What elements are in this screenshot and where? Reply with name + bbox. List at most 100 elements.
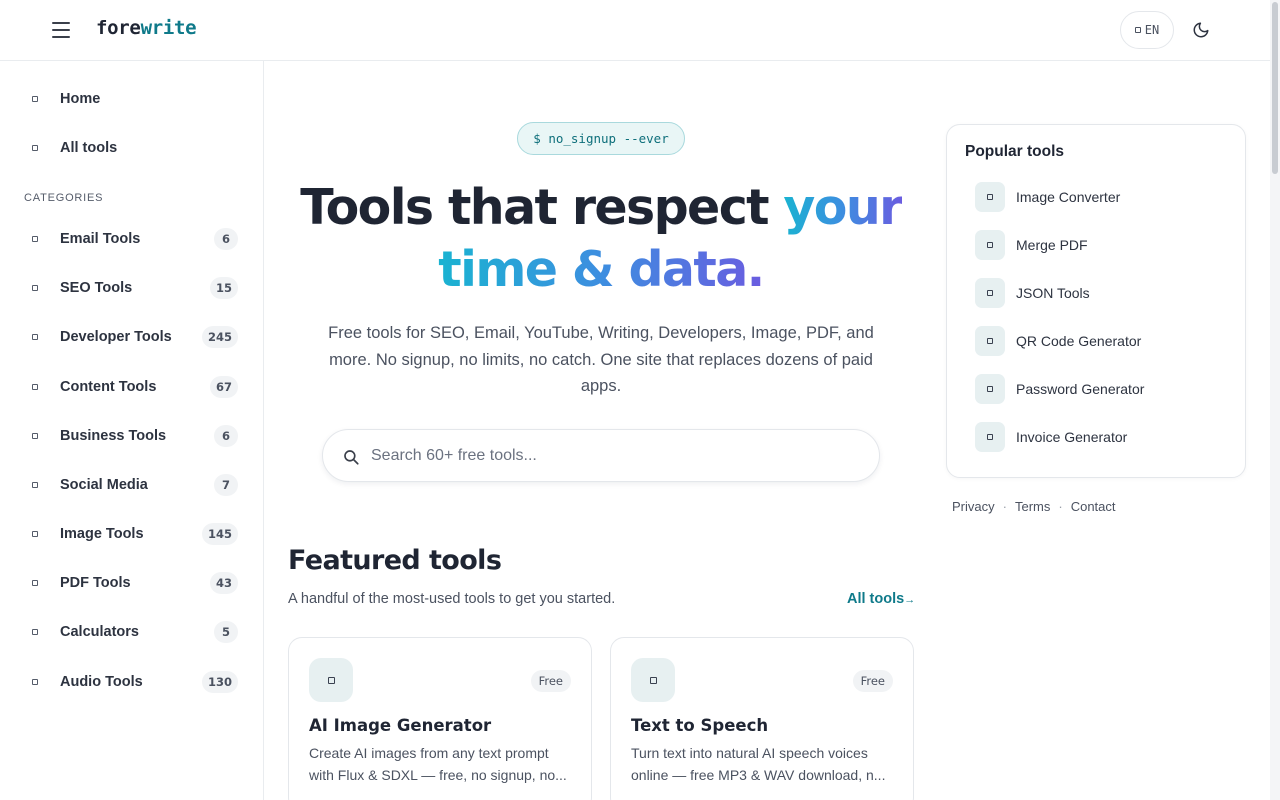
popular-item-label: Image Converter: [1016, 189, 1121, 205]
sidebar-item-social-media[interactable]: Social Media 7: [0, 465, 264, 505]
search-bar[interactable]: [322, 429, 880, 482]
popular-item-password-generator[interactable]: Password Generator: [975, 373, 1225, 405]
sidebar-item-label: SEO Tools: [60, 280, 133, 296]
popular-item-image-converter[interactable]: Image Converter: [975, 181, 1225, 213]
audio-icon: [32, 679, 38, 685]
tool-card-title: AI Image Generator: [309, 716, 492, 735]
count-badge: 6: [214, 425, 238, 447]
sidebar-item-home[interactable]: Home: [0, 79, 264, 119]
qr-code-icon: [975, 326, 1005, 356]
popular-item-json-tools[interactable]: JSON Tools: [975, 277, 1225, 309]
page-scrollbar[interactable]: [1270, 0, 1280, 800]
all-tools-link[interactable]: All tools→: [847, 591, 915, 607]
sidebar-item-label: Content Tools: [60, 379, 157, 395]
sidebar-item-content-tools[interactable]: Content Tools 67: [0, 367, 264, 407]
popular-tools-panel: Popular tools Image Converter Merge PDF …: [946, 124, 1246, 478]
free-badge: Free: [530, 670, 571, 692]
hero-title-accent-1: your: [783, 179, 903, 236]
count-badge: 43: [209, 572, 238, 594]
language-label: EN: [1144, 23, 1160, 37]
featured-subtitle: A handful of the most-used tools to get …: [288, 591, 616, 607]
logo-accent: write: [140, 17, 197, 39]
document-icon: [32, 384, 38, 390]
sidebar-item-developer-tools[interactable]: Developer Tools 245: [0, 317, 264, 357]
count-badge: 6: [214, 228, 238, 250]
menu-icon[interactable]: [52, 22, 70, 38]
sidebar-item-seo-tools[interactable]: SEO Tools 15: [0, 268, 264, 308]
pdf-icon: [975, 230, 1005, 260]
count-badge: 130: [201, 671, 238, 693]
arrow-right-icon: →: [904, 594, 916, 606]
home-icon: [32, 96, 38, 102]
tool-tile: [309, 658, 353, 702]
tool-tile: [631, 658, 675, 702]
hero-title: Tools that respect your time & data.: [290, 177, 912, 301]
popular-item-merge-pdf[interactable]: Merge PDF: [975, 229, 1225, 261]
sidebar-item-label: Email Tools: [60, 231, 141, 247]
sidebar-item-label: Home: [60, 91, 101, 107]
code-icon: [975, 278, 1005, 308]
sidebar-item-pdf-tools[interactable]: PDF Tools 43: [0, 563, 264, 603]
no-signup-badge: $ no_signup --ever: [517, 122, 685, 155]
separator: ·: [1058, 499, 1063, 514]
sidebar-item-label: All tools: [60, 140, 118, 156]
sidebar-item-label: Audio Tools: [60, 674, 143, 690]
sidebar-item-email-tools[interactable]: Email Tools 6: [0, 219, 264, 259]
popular-item-label: Merge PDF: [1016, 237, 1088, 253]
image-icon: [975, 182, 1005, 212]
top-bar: forewrite EN: [0, 0, 1270, 61]
popular-item-invoice-generator[interactable]: Invoice Generator: [975, 421, 1225, 453]
count-badge: 145: [201, 523, 238, 545]
privacy-link[interactable]: Privacy: [952, 499, 995, 514]
count-badge: 245: [201, 326, 238, 348]
all-tools-link-label: All tools: [847, 591, 905, 607]
image-icon: [327, 676, 335, 684]
lock-icon: [975, 374, 1005, 404]
logo[interactable]: forewrite: [96, 17, 197, 39]
sidebar-item-label: Calculators: [60, 624, 139, 640]
sidebar-item-label: Developer Tools: [60, 329, 172, 345]
scrollbar-thumb[interactable]: [1272, 2, 1278, 174]
sidebar-item-image-tools[interactable]: Image Tools 145: [0, 514, 264, 554]
free-badge: Free: [852, 670, 893, 692]
search-icon: [32, 285, 38, 291]
featured-title: Featured tools: [288, 545, 502, 576]
moon-icon[interactable]: [1192, 21, 1210, 39]
sidebar-item-label: Social Media: [60, 477, 148, 493]
sidebar-item-all-tools[interactable]: All tools: [0, 128, 264, 168]
sidebar-item-calculators[interactable]: Calculators 5: [0, 612, 264, 652]
count-badge: 67: [209, 376, 238, 398]
terms-link[interactable]: Terms: [1015, 499, 1050, 514]
search-input[interactable]: [371, 438, 851, 474]
contact-link[interactable]: Contact: [1071, 499, 1116, 514]
separator: ·: [1002, 499, 1007, 514]
hero-subtitle: Free tools for SEO, Email, YouTube, Writ…: [328, 324, 874, 395]
sidebar-item-label: Business Tools: [60, 428, 167, 444]
mail-icon: [32, 236, 38, 242]
image-icon: [32, 531, 38, 537]
language-button[interactable]: EN: [1120, 11, 1174, 49]
popular-item-label: QR Code Generator: [1016, 333, 1142, 349]
sidebar-item-audio-tools[interactable]: Audio Tools 130: [0, 662, 264, 702]
popular-item-label: JSON Tools: [1016, 285, 1090, 301]
grid-icon: [32, 145, 38, 151]
search-icon: [344, 450, 359, 465]
briefcase-icon: [32, 433, 38, 439]
popular-item-label: Invoice Generator: [1016, 429, 1128, 445]
tool-card-text-to-speech[interactable]: Free Text to Speech Turn text into natur…: [610, 637, 914, 800]
sidebar-item-business-tools[interactable]: Business Tools 6: [0, 416, 264, 456]
invoice-icon: [975, 422, 1005, 452]
footer-links: Privacy · Terms · Contact: [952, 499, 1116, 514]
count-badge: 15: [209, 277, 238, 299]
popular-item-qr-code-generator[interactable]: QR Code Generator: [975, 325, 1225, 357]
globe-icon: [1134, 27, 1141, 33]
sidebar-item-label: Image Tools: [60, 526, 144, 542]
calculator-icon: [32, 629, 38, 635]
hero-title-accent-2: time & data.: [438, 241, 765, 298]
popular-tools-title: Popular tools: [965, 143, 1065, 160]
tool-card-ai-image-generator[interactable]: Free AI Image Generator Create AI images…: [288, 637, 592, 800]
tool-card-title: Text to Speech: [631, 716, 769, 735]
speaker-icon: [649, 676, 657, 684]
categories-heading: CATEGORIES: [24, 192, 104, 204]
tool-card-description: Create AI images from any text prompt wi…: [309, 745, 567, 783]
